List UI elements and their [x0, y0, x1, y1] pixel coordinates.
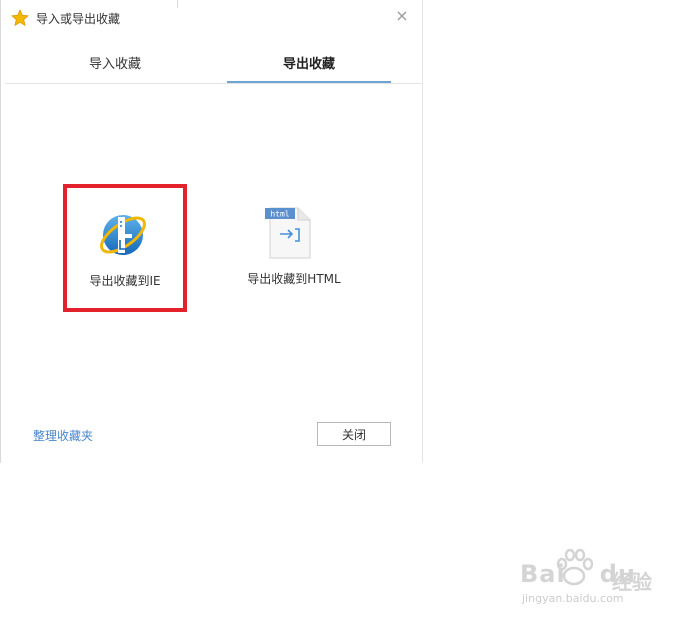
close-icon[interactable]: × [394, 8, 410, 24]
dialog-left-border [0, 0, 1, 463]
tab-bar: 导入收藏 导出收藏 [5, 46, 422, 84]
watermark-brand-cn: 经验 [612, 570, 652, 594]
export-to-ie-option[interactable]: 导出收藏到IE [63, 184, 187, 312]
watermark-url: jingyan.baidu.com [522, 592, 624, 605]
export-to-html-option[interactable]: html 导出收藏到HTML [232, 184, 356, 304]
html-file-icon: html [265, 207, 311, 259]
import-export-dialog: 导入或导出收藏 × 导入收藏 导出收藏 导出收藏到IE html 导出收藏到HT… [0, 0, 423, 463]
tab-export-favorites[interactable]: 导出收藏 [227, 46, 391, 83]
star-icon [11, 9, 29, 27]
dialog-title: 导入或导出收藏 [36, 12, 121, 26]
ie-icon [100, 215, 146, 255]
baidu-watermark: Bai du 经验 jingyan.baidu.com [520, 548, 670, 610]
title-bar: 导入或导出收藏 × [0, 0, 422, 36]
tab-import-favorites[interactable]: 导入收藏 [33, 46, 197, 82]
export-to-ie-label: 导出收藏到IE [89, 274, 161, 288]
export-to-html-label: 导出收藏到HTML [247, 272, 341, 286]
html-badge-text: html [270, 210, 289, 219]
organize-favorites-link[interactable]: 整理收藏夹 [33, 427, 93, 444]
close-button[interactable]: 关闭 [317, 422, 391, 446]
